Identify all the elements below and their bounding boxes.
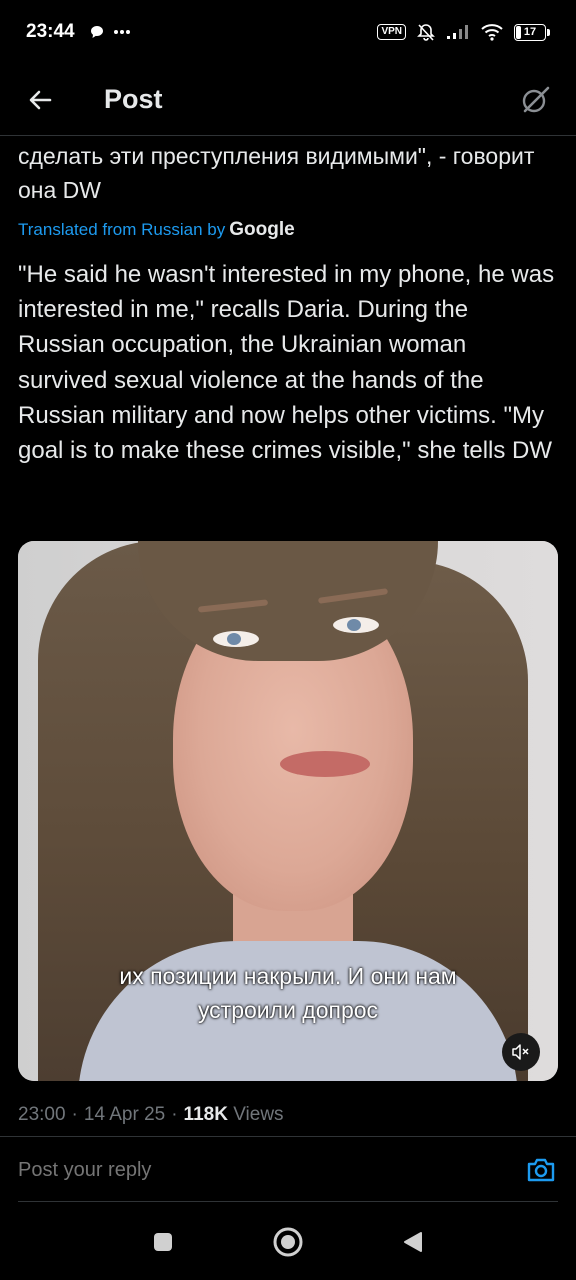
post-time: 23:00 <box>18 1104 66 1125</box>
translator-brand: Google <box>229 219 295 240</box>
bell-muted-icon <box>417 24 435 41</box>
vpn-badge: VPN <box>377 24 406 40</box>
battery-indicator: 17 <box>514 23 550 41</box>
camera-button[interactable] <box>524 1153 558 1187</box>
nav-recents-button[interactable] <box>138 1217 188 1267</box>
circle-icon <box>273 1227 303 1257</box>
chat-bubble-icon <box>90 26 103 38</box>
triangle-back-icon <box>404 1232 423 1252</box>
translation-attribution[interactable]: Translated from Russian by Google <box>18 219 295 241</box>
views-link[interactable]: 118K Views <box>184 1104 284 1126</box>
back-button[interactable] <box>12 72 68 128</box>
reply-input[interactable] <box>18 1158 524 1182</box>
post-meta: 23:00 · 14 Apr 25 · 118K Views <box>18 1104 284 1126</box>
video-figure-mouth <box>280 751 370 777</box>
battery-level: 17 <box>523 26 537 38</box>
meta-separator: · <box>71 1104 78 1125</box>
status-indicators: VPN 17 <box>377 22 550 42</box>
post-date: 14 Apr 25 <box>83 1104 166 1125</box>
post-video[interactable]: их позиции накрыли. И они нам устроили д… <box>18 541 558 1081</box>
mute-button[interactable] <box>502 1033 540 1071</box>
page-title: Post <box>104 84 163 114</box>
reply-bar <box>0 1140 576 1200</box>
nav-back-button[interactable] <box>388 1217 438 1267</box>
video-subtitle: их позиции накрыли. И они нам устроили д… <box>18 959 558 1027</box>
video-subtitle-line-2: устроили допрос <box>197 997 379 1023</box>
system-nav-bar <box>0 1204 576 1280</box>
meta-separator: · <box>171 1104 178 1125</box>
grok-button[interactable] <box>512 76 560 124</box>
video-subtitle-line-1: их позиции накрыли. И они нам <box>119 963 457 989</box>
divider <box>18 1201 558 1202</box>
grok-slash-icon <box>522 86 550 112</box>
app-header: Post <box>0 64 576 136</box>
video-figure-eye-left <box>213 631 259 647</box>
translated-from-label: Translated from Russian by <box>18 220 226 239</box>
divider <box>0 1136 576 1137</box>
wifi-icon <box>481 24 503 41</box>
signal-icon <box>447 25 468 39</box>
views-label: Views <box>233 1104 284 1125</box>
original-text: сделать эти преступления видимыми", - го… <box>18 143 535 203</box>
video-figure-eye-right <box>333 617 379 633</box>
square-icon <box>153 1233 172 1251</box>
battery-fill <box>516 25 522 39</box>
translated-text: "He said he wasn't interested in my phon… <box>18 261 555 465</box>
views-count: 118K <box>183 1104 228 1125</box>
speaker-muted-icon <box>512 1044 529 1060</box>
battery-body: 17 <box>514 23 546 41</box>
arrow-left-icon <box>29 90 52 109</box>
battery-tip <box>547 28 550 36</box>
more-dots-icon <box>113 30 130 34</box>
camera-icon <box>527 1158 555 1182</box>
status-bar: 23:44 VPN 17 <box>0 0 576 64</box>
nav-home-button[interactable] <box>263 1217 313 1267</box>
status-time: 23:44 <box>26 21 75 42</box>
status-notifications <box>89 24 131 40</box>
